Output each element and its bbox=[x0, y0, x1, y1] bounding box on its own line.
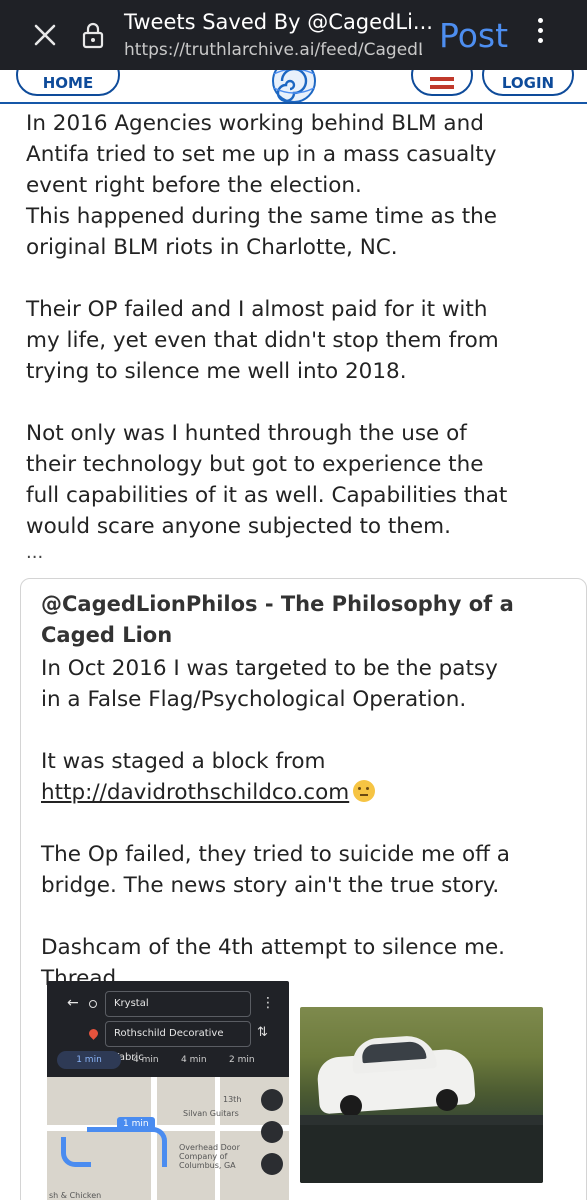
car-on-bridge-photo[interactable] bbox=[300, 1007, 543, 1183]
back-arrow-icon: ← bbox=[67, 995, 79, 1011]
quoted-post-text-2: The Op failed, they tried to suicide me … bbox=[41, 842, 510, 991]
mode-drive: 1 min bbox=[57, 1051, 121, 1069]
swap-icon: ⇅ bbox=[257, 1025, 268, 1040]
login-button[interactable]: LOGIN bbox=[482, 70, 574, 96]
car-wheel bbox=[436, 1089, 458, 1111]
quoted-post-body: In Oct 2016 I was targeted to be the pat… bbox=[41, 653, 571, 994]
map-origin-field: Krystal bbox=[105, 991, 251, 1017]
quoted-post-author[interactable]: @CagedLionPhilos - The Philosophy of a C… bbox=[41, 589, 561, 651]
bridge-rail bbox=[300, 1115, 543, 1125]
map-menu-icon: ⋮ bbox=[261, 995, 275, 1011]
browser-toolbar: Tweets Saved By @CagedLi... https://trut… bbox=[0, 0, 587, 70]
car-wheel bbox=[340, 1095, 362, 1117]
page-url[interactable]: https://truthlarchive.ai/feed/CagedL bbox=[124, 40, 422, 60]
bridge-wall bbox=[300, 1125, 543, 1183]
lock-icon[interactable] bbox=[82, 21, 104, 49]
map-label-business-2: Overhead Door Company of Columbus, GA bbox=[179, 1143, 240, 1170]
more-indicator[interactable]: ... bbox=[26, 542, 43, 563]
site-nav: HOME LOGIN bbox=[0, 70, 587, 104]
travel-modes: 1 min 4 min 4 min 2 min bbox=[57, 1051, 287, 1069]
more-vert-icon[interactable] bbox=[535, 18, 545, 50]
route-duration-badge: 1 min bbox=[117, 1117, 155, 1131]
post-body: In 2016 Agencies working behind BLM and … bbox=[26, 111, 508, 539]
quoted-post-text-1: In Oct 2016 I was targeted to be the pat… bbox=[41, 656, 498, 774]
us-flag-icon[interactable] bbox=[411, 70, 473, 96]
mode-bike: 2 min bbox=[229, 1055, 255, 1065]
origin-dot-icon bbox=[89, 1000, 97, 1008]
mode-walk: 4 min bbox=[181, 1055, 207, 1065]
map-label-business-1: Silvan Guitars bbox=[183, 1109, 239, 1118]
spiral-logo-icon[interactable] bbox=[266, 70, 322, 104]
search-icon bbox=[261, 1121, 283, 1143]
layers-icon bbox=[261, 1089, 283, 1111]
map-label-business-3: sh & Chicken bbox=[49, 1191, 102, 1200]
home-button[interactable]: HOME bbox=[16, 70, 120, 96]
mode-transit: 4 min bbox=[133, 1055, 159, 1065]
close-icon[interactable] bbox=[32, 22, 58, 48]
destination-pin-icon bbox=[87, 1027, 100, 1040]
page-title: Tweets Saved By @CagedLi... bbox=[124, 10, 433, 34]
quoted-post-card[interactable]: @CagedLionPhilos - The Philosophy of a C… bbox=[20, 578, 587, 1200]
map-destination-field: Rothschild Decorative Fabric bbox=[105, 1021, 251, 1063]
thinking-face-icon bbox=[353, 780, 376, 802]
location-icon bbox=[261, 1153, 283, 1175]
external-link[interactable]: http://davidrothschildco.com bbox=[41, 780, 349, 805]
map-label-street: 13th bbox=[223, 1095, 242, 1104]
map-screenshot-thumbnail[interactable]: ← Krystal Rothschild Decorative Fabric ⋮… bbox=[47, 981, 289, 1200]
map-view: 1 min 13th Silvan Guitars Overhead Door … bbox=[47, 1077, 289, 1200]
post-button[interactable]: Post bbox=[439, 16, 508, 55]
